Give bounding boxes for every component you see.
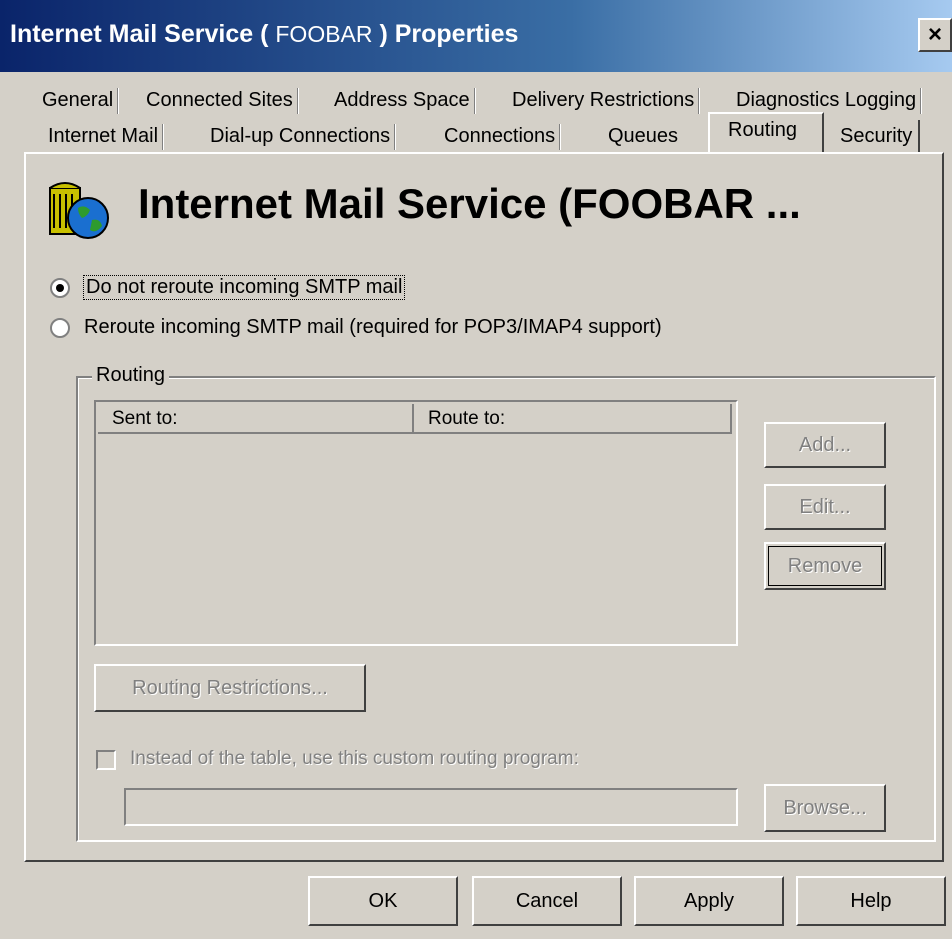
column-header-route-to[interactable]: Route to: [414, 404, 732, 434]
tab-internet-mail[interactable]: Internet Mail [42, 120, 165, 152]
window-title-prefix: Internet Mail Service ( [10, 20, 276, 48]
tab-connected-sites[interactable]: Connected Sites [140, 84, 299, 116]
tab-label: Diagnostics Logging [736, 89, 917, 111]
tab-label: Delivery Restrictions [512, 89, 695, 111]
tab-connections[interactable]: Connections [438, 120, 562, 152]
custom-routing-checkbox[interactable] [96, 750, 116, 770]
ok-button[interactable]: OK [308, 876, 458, 926]
close-icon: × [927, 21, 942, 48]
tab-routing[interactable]: Routing [708, 112, 824, 152]
tab-security[interactable]: Security [834, 120, 921, 152]
tab-queues[interactable]: Queues [602, 120, 684, 152]
tab-label: Queues [608, 125, 679, 147]
help-button[interactable]: Help [796, 876, 946, 926]
routing-table[interactable]: Sent to: Route to: [94, 400, 738, 646]
tab-label: Address Space [334, 89, 470, 111]
title-bar[interactable]: Internet Mail Service ( FOOBAR ) Propert… [0, 0, 952, 72]
custom-routing-label: Instead of the table, use this custom ro… [130, 748, 579, 769]
tab-label: Security [840, 125, 913, 147]
cancel-button[interactable]: Cancel [472, 876, 622, 926]
routing-group-label: Routing [92, 364, 169, 387]
tab-delivery-restrictions[interactable]: Delivery Restrictions [506, 84, 701, 116]
window-title-server-name: FOOBAR [275, 21, 373, 47]
radio-button-checked[interactable] [50, 277, 70, 298]
tab-label: Internet Mail [48, 125, 159, 147]
browse-button[interactable]: Browse... [764, 784, 886, 832]
tab-label: Dial-up Connections [210, 125, 391, 147]
custom-routing-program-field[interactable] [124, 788, 738, 826]
window-title-suffix: ) Properties [372, 20, 519, 48]
tab-label: Connected Sites [146, 89, 293, 111]
radio-button-unchecked[interactable] [50, 317, 70, 338]
routing-restrictions-button[interactable]: Routing Restrictions... [94, 664, 366, 712]
tab-label: General [42, 89, 114, 111]
radio-label: Do not reroute incoming SMTP mail [82, 275, 406, 300]
edit-button[interactable]: Edit... [764, 484, 886, 530]
tab-general[interactable]: General [36, 84, 120, 116]
tab-label: Connections [444, 125, 556, 147]
tab-address-space[interactable]: Address Space [328, 84, 476, 116]
apply-button[interactable]: Apply [634, 876, 784, 926]
window-title: Internet Mail Service ( FOOBAR ) Propert… [10, 20, 518, 49]
column-header-sent-to[interactable]: Sent to: [98, 404, 414, 434]
radio-do-not-reroute[interactable]: Do not reroute incoming SMTP mail [50, 275, 406, 300]
internet-mail-globe-icon [49, 182, 109, 239]
add-button[interactable]: Add... [764, 422, 886, 468]
tab-label: Routing [728, 119, 797, 141]
remove-button[interactable]: Remove [764, 542, 886, 590]
page-title: Internet Mail Service (FOOBAR ... [138, 180, 801, 227]
radio-reroute[interactable]: Reroute incoming SMTP mail (required for… [50, 316, 662, 339]
close-button[interactable]: × [918, 18, 952, 52]
tab-dial-up-connections[interactable]: Dial-up Connections [204, 120, 397, 152]
radio-label: Reroute incoming SMTP mail (required for… [84, 316, 662, 338]
